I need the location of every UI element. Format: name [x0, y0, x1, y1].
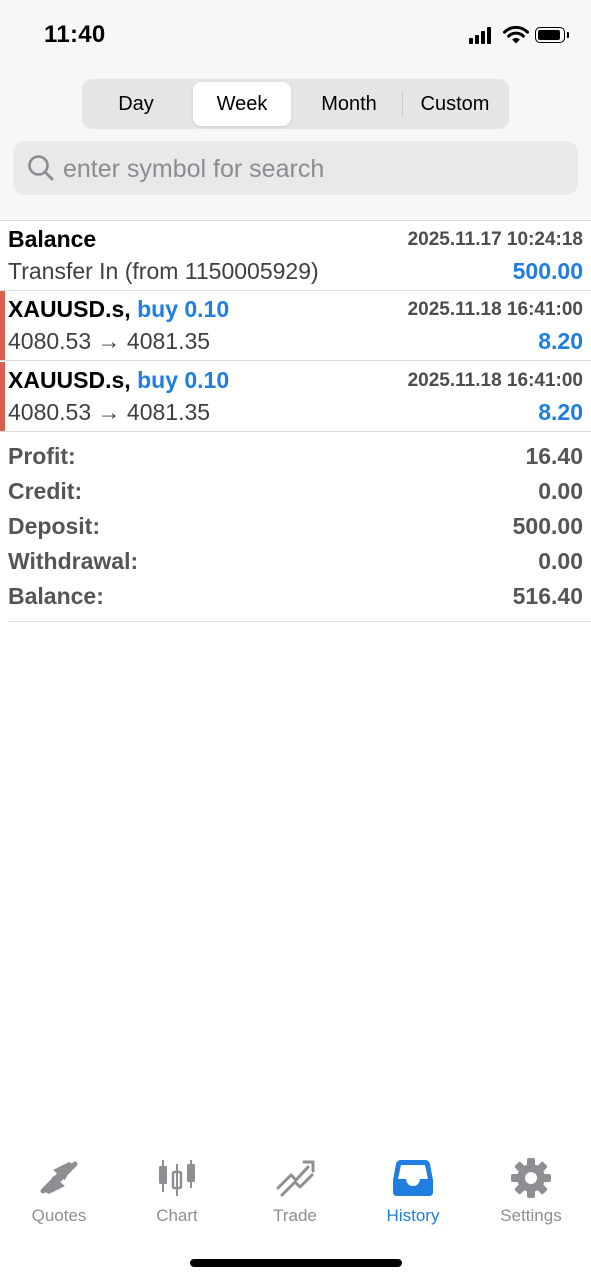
search-bar — [13, 141, 578, 197]
row-value: 8.20 — [538, 399, 583, 425]
period-segmented-control: Day Week Month Custom — [82, 79, 509, 129]
history-row-trade[interactable]: XAUUSD.s, buy 0.10 2025.11.18 16:41:00 4… — [0, 291, 591, 361]
row-prices: 4080.53 → 4081.35 — [8, 328, 210, 355]
trade-side: buy 0.10 — [137, 367, 230, 393]
summary-divider — [8, 621, 591, 622]
summary-label: Credit: — [8, 478, 83, 504]
row-title: XAUUSD.s, buy 0.10 — [8, 296, 229, 323]
arrow-icon: → — [97, 399, 121, 425]
summary-value: 0.00 — [538, 478, 583, 504]
price-close: 4081.35 — [126, 328, 211, 354]
trade-symbol: XAUUSD.s, — [8, 367, 131, 393]
status-bar: 11:40 — [0, 0, 591, 72]
row-datetime: 2025.11.18 16:41:00 — [407, 370, 583, 391]
tab-quotes[interactable]: Quotes — [0, 1148, 118, 1238]
signal-icon — [469, 26, 495, 44]
battery-icon — [535, 27, 565, 43]
summary-label: Profit: — [8, 443, 76, 469]
segment-week[interactable]: Week — [193, 82, 291, 126]
price-open: 4080.53 — [8, 399, 92, 425]
price-close: 4081.35 — [126, 399, 211, 425]
summary-section: Profit: 16.40 Credit: 0.00 Deposit: 500.… — [0, 443, 591, 618]
row-title: Balance — [8, 226, 97, 252]
row-value: 500.00 — [512, 258, 583, 284]
history-icon — [393, 1160, 433, 1196]
history-row-balance[interactable]: Balance 2025.11.17 10:24:18 Transfer In … — [0, 221, 591, 291]
arrow-icon: → — [97, 328, 121, 354]
summary-label: Deposit: — [8, 513, 100, 539]
tab-chart[interactable]: Chart — [118, 1148, 236, 1238]
tab-label: Trade — [273, 1206, 317, 1225]
trade-side: buy 0.10 — [137, 296, 230, 322]
summary-deposit: Deposit: 500.00 — [0, 513, 591, 548]
summary-value: 0.00 — [538, 548, 583, 574]
summary-value: 516.40 — [512, 583, 583, 609]
tab-trade[interactable]: Trade — [236, 1148, 354, 1238]
tab-label: Settings — [500, 1206, 562, 1225]
search-input[interactable] — [61, 141, 568, 197]
home-indicator — [190, 1259, 402, 1267]
tab-label: Chart — [156, 1206, 198, 1225]
segment-custom[interactable]: Custom — [403, 82, 507, 126]
status-time: 11:40 — [44, 21, 106, 48]
segment-day[interactable]: Day — [86, 82, 186, 126]
row-datetime: 2025.11.18 16:41:00 — [407, 299, 583, 320]
status-icons — [469, 25, 569, 48]
search-icon — [28, 155, 54, 181]
trade-icon — [276, 1160, 315, 1197]
summary-withdrawal: Withdrawal: 0.00 — [0, 548, 591, 583]
trade-symbol: XAUUSD.s, — [8, 296, 131, 322]
tab-history[interactable]: History — [354, 1148, 472, 1238]
history-row-trade[interactable]: XAUUSD.s, buy 0.10 2025.11.18 16:41:00 4… — [0, 362, 591, 432]
row-prices: 4080.53 → 4081.35 — [8, 399, 210, 426]
summary-label: Balance: — [8, 583, 104, 609]
segment-month[interactable]: Month — [297, 82, 401, 126]
tab-settings[interactable]: Settings — [472, 1148, 590, 1238]
summary-credit: Credit: 0.00 — [0, 478, 591, 513]
wifi-icon — [503, 25, 529, 44]
row-value: 8.20 — [538, 328, 583, 354]
summary-label: Withdrawal: — [8, 548, 139, 574]
chart-icon — [159, 1160, 195, 1196]
trade-indicator-bar — [0, 362, 5, 432]
row-datetime: 2025.11.17 10:24:18 — [407, 229, 583, 250]
quotes-icon — [40, 1161, 78, 1194]
trade-indicator-bar — [0, 291, 5, 361]
summary-value: 500.00 — [512, 513, 583, 539]
tab-label: Quotes — [31, 1206, 87, 1225]
summary-value: 16.40 — [525, 443, 583, 469]
price-open: 4080.53 — [8, 328, 92, 354]
row-title: XAUUSD.s, buy 0.10 — [8, 367, 229, 394]
settings-icon — [511, 1158, 551, 1198]
tab-label: History — [386, 1206, 440, 1225]
row-subtitle: Transfer In (from 1150005929) — [8, 258, 319, 284]
bottom-tab-bar: Quotes Chart Trade History Settings — [0, 1148, 591, 1238]
summary-profit: Profit: 16.40 — [0, 443, 591, 478]
summary-balance: Balance: 516.40 — [0, 583, 591, 618]
